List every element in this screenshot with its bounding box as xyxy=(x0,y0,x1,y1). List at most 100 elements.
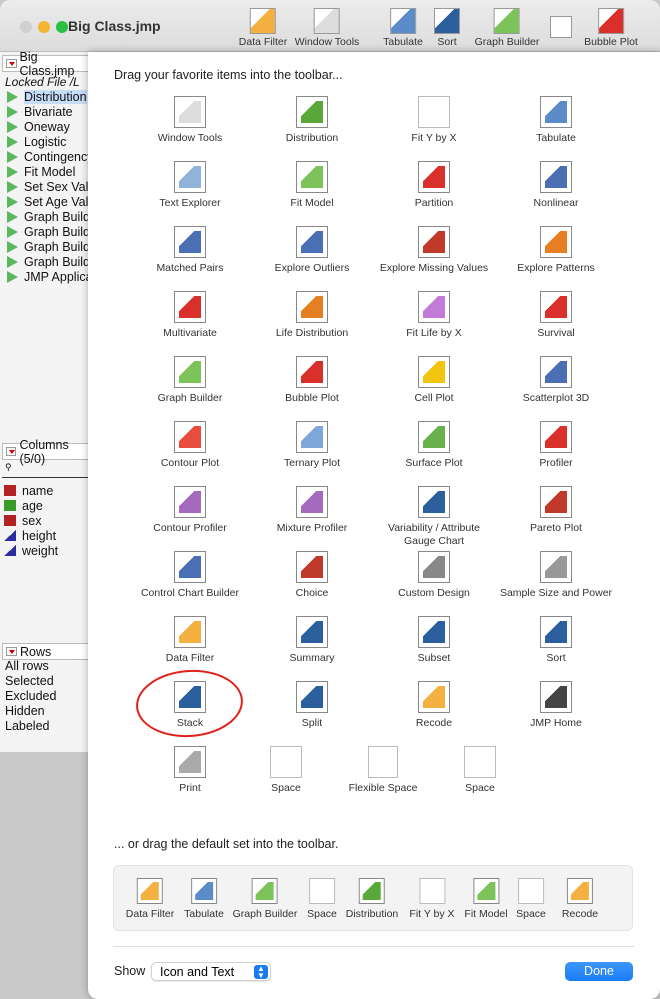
palette-item-sample-size-and-power[interactable]: Sample Size and Power xyxy=(498,551,614,600)
default-toolbar-set[interactable]: Data Filter Tabulate Graph Builder Space Dis… xyxy=(113,865,633,931)
palette-item-jmp-home[interactable]: JMP Home xyxy=(498,681,614,730)
script-item[interactable]: Fit Model xyxy=(0,164,95,179)
toolbar-item-window-tools[interactable]: Window Tools xyxy=(295,8,359,48)
default-item-fit-model[interactable]: Fit Model xyxy=(464,878,508,920)
minimize-button[interactable] xyxy=(38,21,50,33)
cell-plot-icon xyxy=(418,356,450,388)
palette-item-distribution[interactable]: Distribution xyxy=(254,96,370,145)
script-item[interactable]: Distribution xyxy=(0,89,95,104)
zoom-button[interactable] xyxy=(56,21,68,33)
palette-item-life-distribution[interactable]: Life Distribution xyxy=(254,291,370,340)
palette-item-surface-plot[interactable]: Surface Plot xyxy=(376,421,492,470)
palette-item-tabulate[interactable]: Tabulate xyxy=(498,96,614,145)
palette-item-scatterplot-3d[interactable]: Scatterplot 3D xyxy=(498,356,614,405)
palette-item-fit-life-by-x[interactable]: Fit Life by X xyxy=(376,291,492,340)
script-item[interactable]: Graph Builder xyxy=(0,224,95,239)
script-item[interactable]: Graph Builder xyxy=(0,239,95,254)
palette-item-pareto-plot[interactable]: Pareto Plot xyxy=(498,486,614,535)
default-item-recode[interactable]: Recode xyxy=(562,878,598,920)
default-item-space[interactable]: Space xyxy=(516,878,546,920)
default-item-fit-y-by-x[interactable]: Fit Y by X xyxy=(409,878,455,920)
palette-item-graph-builder[interactable]: Graph Builder xyxy=(132,356,248,405)
script-item[interactable]: Graph Builder xyxy=(0,209,95,224)
palette-item-space[interactable]: Space xyxy=(422,746,538,795)
icon-fill xyxy=(301,101,323,123)
script-item[interactable]: Contingency xyxy=(0,149,95,164)
palette-item-choice[interactable]: Choice xyxy=(254,551,370,600)
table-header[interactable]: Big Class.jmp xyxy=(2,50,93,78)
palette-item-nonlinear[interactable]: Nonlinear xyxy=(498,161,614,210)
script-item[interactable]: Set Sex Value xyxy=(0,179,95,194)
graph-builder-icon xyxy=(493,8,520,34)
default-item-tabulate[interactable]: Tabulate xyxy=(184,878,224,920)
toolbar-item-graph-builder[interactable]: Graph Builder xyxy=(475,8,539,48)
palette-item-explore-missing-values[interactable]: Explore Missing Values xyxy=(376,226,492,275)
column-item[interactable]: age xyxy=(0,498,94,513)
toolbar-item-data-filter[interactable]: Data Filter xyxy=(239,8,287,48)
column-item[interactable]: height xyxy=(0,528,94,543)
palette-item-bubble-plot[interactable]: Bubble Plot xyxy=(254,356,370,405)
script-item[interactable]: Graph Builder xyxy=(0,254,95,269)
disclosure-icon[interactable] xyxy=(6,647,17,656)
palette-item-sort[interactable]: Sort xyxy=(498,616,614,665)
icon-fill xyxy=(179,101,201,123)
palette-item-summary[interactable]: Summary xyxy=(254,616,370,665)
palette-item-matched-pairs[interactable]: Matched Pairs xyxy=(132,226,248,275)
icon-fill xyxy=(301,296,323,318)
palette-item-control-chart-builder[interactable]: Control Chart Builder xyxy=(132,551,248,600)
script-item[interactable]: Set Age Value xyxy=(0,194,95,209)
blank-icon xyxy=(550,16,572,38)
palette-item-fit-y-by-x[interactable]: Fit Y by X xyxy=(376,96,492,145)
default-item-distribution[interactable]: Distribution xyxy=(346,878,398,920)
default-item-space[interactable]: Space xyxy=(307,878,337,920)
palette-item-text-explorer[interactable]: Text Explorer xyxy=(132,161,248,210)
script-item[interactable]: JMP Application xyxy=(0,269,95,284)
icon-fill xyxy=(179,751,201,773)
palette-item-profiler[interactable]: Profiler xyxy=(498,421,614,470)
palette-item-label: Control Chart Builder xyxy=(140,587,240,599)
palette-item-explore-patterns[interactable]: Explore Patterns xyxy=(498,226,614,275)
palette-item-variability-attribute-gauge-chart[interactable]: Variability / Attribute Gauge Chart xyxy=(376,486,492,548)
close-button[interactable] xyxy=(20,21,32,33)
tabulate-icon xyxy=(540,96,572,128)
toolbar-item-tabulate[interactable]: Tabulate xyxy=(383,8,423,48)
script-item[interactable]: Bivariate xyxy=(0,104,95,119)
column-item[interactable]: name xyxy=(0,483,94,498)
script-item[interactable]: Logistic xyxy=(0,134,95,149)
palette-item-contour-profiler[interactable]: Contour Profiler xyxy=(132,486,248,535)
script-item[interactable]: Oneway xyxy=(0,119,95,134)
palette-item-survival[interactable]: Survival xyxy=(498,291,614,340)
palette-item-recode[interactable]: Recode xyxy=(376,681,492,730)
palette-item-custom-design[interactable]: Custom Design xyxy=(376,551,492,600)
explore-outliers-icon xyxy=(296,226,328,258)
palette-item-subset[interactable]: Subset xyxy=(376,616,492,665)
show-select[interactable]: Icon and Text ▲ ▼ xyxy=(151,962,271,981)
palette-item-ternary-plot[interactable]: Ternary Plot xyxy=(254,421,370,470)
palette-item-split[interactable]: Split xyxy=(254,681,370,730)
palette-item-fit-model[interactable]: Fit Model xyxy=(254,161,370,210)
palette-item-partition[interactable]: Partition xyxy=(376,161,492,210)
icon-fill xyxy=(301,231,323,253)
default-item-graph-builder[interactable]: Graph Builder xyxy=(233,878,297,920)
column-item[interactable]: weight xyxy=(0,543,94,558)
column-search-input[interactable]: ⚲ xyxy=(2,462,94,478)
palette-item-data-filter[interactable]: Data Filter xyxy=(132,616,248,665)
palette-item-mixture-profiler[interactable]: Mixture Profiler xyxy=(254,486,370,535)
columns-header[interactable]: Columns (5/0) xyxy=(2,438,94,466)
rows-header[interactable]: Rows xyxy=(2,643,94,660)
palette-item-cell-plot[interactable]: Cell Plot xyxy=(376,356,492,405)
data-filter-icon xyxy=(250,8,276,34)
disclosure-icon[interactable] xyxy=(6,447,17,456)
column-name: height xyxy=(22,528,57,543)
palette-item-window-tools[interactable]: Window Tools xyxy=(132,96,248,145)
toolbar-item-bubble-plot[interactable]: Bubble Plot xyxy=(584,8,638,48)
toolbar-item-blank[interactable] xyxy=(550,8,572,40)
column-item[interactable]: sex xyxy=(0,513,94,528)
default-item-data-filter[interactable]: Data Filter xyxy=(126,878,174,920)
palette-item-multivariate[interactable]: Multivariate xyxy=(132,291,248,340)
palette-item-explore-outliers[interactable]: Explore Outliers xyxy=(254,226,370,275)
palette-item-contour-plot[interactable]: Contour Plot xyxy=(132,421,248,470)
toolbar-item-sort[interactable]: Sort xyxy=(434,8,460,48)
done-button[interactable]: Done xyxy=(565,962,633,981)
disclosure-icon[interactable] xyxy=(6,59,17,68)
